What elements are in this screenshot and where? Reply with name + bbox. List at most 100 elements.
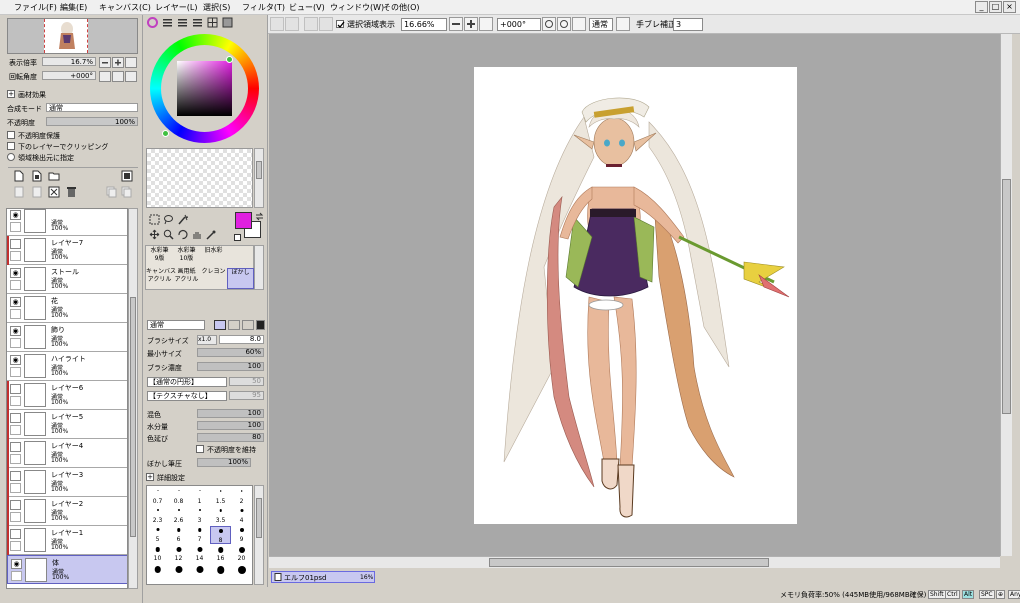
- brush-size-cell[interactable]: [168, 564, 189, 582]
- invert-selection-button[interactable]: [319, 17, 333, 31]
- lock-icon[interactable]: [10, 512, 21, 522]
- lock-icon[interactable]: [10, 367, 21, 377]
- brush-shape-3[interactable]: [242, 320, 254, 330]
- mix-slider-icon[interactable]: [192, 17, 203, 28]
- protect-opacity-checkbox[interactable]: [7, 131, 15, 139]
- brush-size-cell[interactable]: [147, 564, 168, 582]
- layer-row[interactable]: ◉ ストール 通常 100%: [7, 265, 127, 294]
- restore-button[interactable]: □: [989, 1, 1002, 13]
- hand-icon[interactable]: [191, 229, 202, 240]
- new-layer-set-icon[interactable]: [32, 170, 42, 182]
- lock-icon[interactable]: [10, 338, 21, 348]
- eyedropper-icon[interactable]: [205, 229, 216, 240]
- layer-row[interactable]: レイヤー2 通常 100%: [7, 497, 127, 526]
- brush-size-multiplier[interactable]: x1.0: [197, 335, 217, 345]
- visibility-toggle[interactable]: [10, 384, 21, 394]
- layer-row[interactable]: ◉ 花通常 100%: [7, 294, 127, 323]
- rotate-icon[interactable]: [177, 229, 188, 240]
- brush-shape-4[interactable]: [256, 320, 265, 330]
- nav-zoom-slider[interactable]: 16.7%: [42, 57, 96, 66]
- swatch-scrollbar-thumb[interactable]: [256, 161, 262, 179]
- brush-size-cell[interactable]: 0.7: [147, 488, 168, 506]
- menu-file[interactable]: ファイル(F): [14, 2, 57, 13]
- hue-marker[interactable]: [226, 56, 233, 63]
- canvas-hscrollbar-thumb[interactable]: [489, 558, 769, 567]
- blend-mode-select[interactable]: 通常: [589, 18, 613, 31]
- eye-icon[interactable]: ◉: [10, 297, 21, 307]
- brush-shape-select[interactable]: 【通常の円形】: [147, 377, 227, 387]
- lock-icon[interactable]: [11, 571, 22, 581]
- transfer-down-icon[interactable]: [14, 186, 24, 198]
- visibility-toggle[interactable]: [10, 413, 21, 423]
- brush-size-slider[interactable]: 8.0: [219, 335, 264, 344]
- layer-scrollbar-thumb[interactable]: [130, 297, 136, 537]
- swatch-scrollbar[interactable]: [254, 148, 264, 208]
- keep-opacity-checkbox[interactable]: [196, 445, 204, 453]
- lock-icon[interactable]: [10, 280, 21, 290]
- layer-row[interactable]: レイヤー3 通常 100%: [7, 468, 127, 497]
- tool-watercolor-9[interactable]: 水彩筆 9版: [146, 247, 173, 268]
- min-size-slider[interactable]: 60%: [197, 348, 264, 357]
- layer-scrollbar[interactable]: [128, 208, 138, 589]
- nav-rotate-left-button[interactable]: [99, 71, 111, 82]
- layer-row[interactable]: レイヤー5 通常 100%: [7, 410, 127, 439]
- water-slider[interactable]: 100: [197, 421, 264, 430]
- brush-density-slider[interactable]: 100: [197, 362, 264, 371]
- menu-select[interactable]: 選択(S): [203, 2, 230, 13]
- color-wheel-icon[interactable]: [147, 17, 158, 28]
- tool-watercolor-10[interactable]: 水彩筆 10版: [173, 247, 200, 268]
- eye-icon[interactable]: ◉: [10, 268, 21, 278]
- layer-opacity-slider[interactable]: 100%: [46, 117, 138, 126]
- layer-row[interactable]: レイヤー6 通常 100%: [7, 381, 127, 410]
- brush-size-cell[interactable]: 16: [210, 545, 231, 563]
- brush-shape-1[interactable]: [214, 320, 226, 330]
- menu-edit[interactable]: 編集(E): [60, 2, 87, 13]
- visibility-toggle[interactable]: [10, 500, 21, 510]
- deselect-button[interactable]: [304, 17, 318, 31]
- zoom-out-button[interactable]: [449, 17, 463, 31]
- layer-row[interactable]: ◉ 体通常 100%: [7, 555, 127, 584]
- brush-blend-select[interactable]: 通常: [147, 320, 205, 330]
- brush-size-cell[interactable]: 9: [231, 526, 252, 544]
- brush-size-cell[interactable]: 4: [231, 507, 252, 525]
- blur-pressure-slider[interactable]: 100%: [197, 458, 251, 467]
- layer-row[interactable]: レイヤー1 通常 100%: [7, 526, 127, 555]
- document-tab[interactable]: エルフ01psd 16%: [271, 571, 375, 583]
- lock-icon[interactable]: [10, 222, 21, 232]
- minimize-button[interactable]: _: [975, 1, 988, 13]
- brush-size-cell[interactable]: 2.6: [168, 507, 189, 525]
- layer-row[interactable]: ◉ 飾り 通常 100%: [7, 323, 127, 352]
- zoom-field[interactable]: 16.66%: [401, 18, 447, 31]
- tool-blur-active[interactable]: ぼかし: [227, 268, 254, 289]
- transparent-color-icon[interactable]: [234, 234, 241, 241]
- stabilizer-select[interactable]: 3: [673, 18, 703, 31]
- layer-row[interactable]: レイヤー4 通常 100%: [7, 439, 127, 468]
- brush-size-cell[interactable]: 14: [189, 545, 210, 563]
- clear-layer-icon[interactable]: [48, 186, 60, 198]
- canvas-vscrollbar[interactable]: [1000, 34, 1012, 556]
- new-folder-icon[interactable]: [48, 170, 60, 182]
- layer-row[interactable]: ◉ 通常 100%: [7, 209, 127, 236]
- brush-texture-select[interactable]: 【テクスチャなし】: [147, 391, 227, 401]
- brush-size-cell[interactable]: 1: [189, 488, 210, 506]
- nav-rotate-reset-button[interactable]: [125, 71, 137, 82]
- undo-button[interactable]: [270, 17, 284, 31]
- brush-size-cell[interactable]: 20: [231, 545, 252, 563]
- menu-view[interactable]: ビュー(V): [289, 2, 325, 13]
- zoom-reset-button[interactable]: [479, 17, 493, 31]
- scratchpad-icon[interactable]: [222, 17, 233, 28]
- paste-layer-icon[interactable]: [121, 186, 132, 198]
- stretch-slider[interactable]: 80: [197, 433, 264, 442]
- eye-icon[interactable]: ◉: [11, 559, 22, 569]
- detail-expand-icon[interactable]: +: [146, 473, 154, 481]
- brush-size-scrollbar[interactable]: [254, 485, 264, 585]
- rotate-left-button[interactable]: [542, 17, 556, 31]
- brush-size-scrollbar-thumb[interactable]: [256, 498, 262, 538]
- lasso-icon[interactable]: [163, 214, 174, 225]
- lock-icon[interactable]: [10, 541, 21, 551]
- visibility-toggle[interactable]: [10, 239, 21, 249]
- rect-select-icon[interactable]: [149, 214, 160, 225]
- foreground-color-swatch[interactable]: [235, 212, 252, 229]
- rotation-field[interactable]: +000°: [497, 18, 541, 31]
- brush-size-cell[interactable]: [231, 564, 252, 582]
